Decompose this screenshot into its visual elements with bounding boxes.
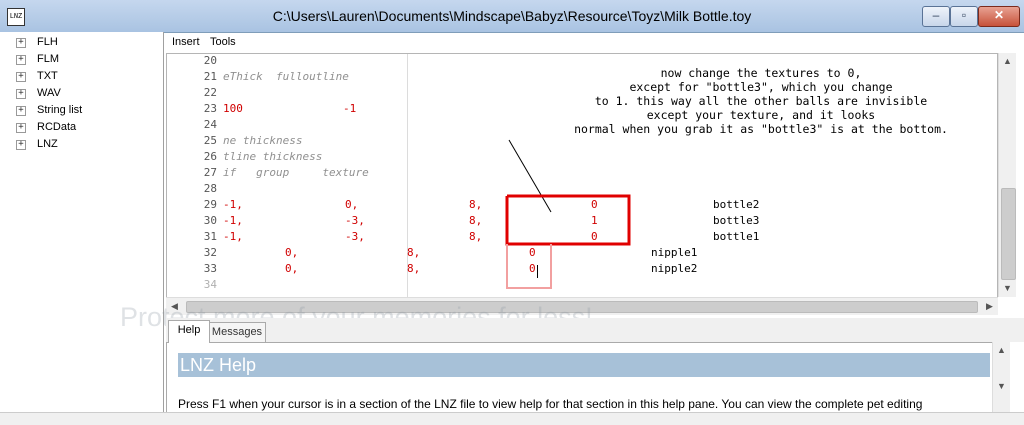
expand-icon[interactable]: + (16, 72, 26, 82)
expand-icon[interactable]: + (16, 123, 26, 133)
menu-insert[interactable]: Insert (172, 36, 200, 48)
tree-label: FLM (37, 53, 59, 65)
scroll-down-icon[interactable]: ▼ (999, 280, 1016, 297)
annotation-note: now change the textures to 0, except for… (541, 66, 981, 136)
tree-label: LNZ (37, 138, 58, 150)
minimize-button[interactable]: – (922, 6, 950, 27)
editor-horizontal-scrollbar[interactable]: ◀ ▶ (166, 297, 998, 315)
status-bar (0, 412, 1024, 425)
tab-strip: Help Messages (166, 318, 1024, 343)
help-body: Press F1 when your cursor is in a sectio… (178, 397, 923, 411)
highlight-box (507, 194, 631, 246)
editor-vertical-scrollbar[interactable]: ▲ ▼ (998, 53, 1016, 297)
code-editor[interactable]: 20 21 eThick fulloutline 22 23 100 -1 24… (166, 53, 998, 299)
close-button[interactable]: ✕ (978, 6, 1020, 27)
scroll-thumb[interactable] (186, 301, 978, 313)
scroll-right-icon[interactable]: ▶ (981, 298, 998, 315)
scroll-left-icon[interactable]: ◀ (166, 298, 183, 315)
annotation-line: to 1. this way all the other balls are i… (594, 94, 928, 108)
window-title: C:\Users\Lauren\Documents\Mindscape\Baby… (272, 8, 752, 24)
scroll-up-icon[interactable]: ▲ (999, 53, 1016, 70)
tab-messages[interactable]: Messages (208, 322, 266, 342)
annotation-line: except for "bottle3", which you change (629, 80, 893, 94)
help-vertical-scrollbar[interactable]: ▲ ▼ (992, 342, 1010, 412)
scroll-down-icon[interactable]: ▼ (993, 378, 1010, 395)
highlight-box-left (505, 196, 573, 246)
expand-icon[interactable]: + (16, 55, 26, 65)
menu-bar: Insert Tools (166, 33, 1024, 51)
tree-label: WAV (37, 87, 61, 99)
title-bar: LNZ C:\Users\Lauren\Documents\Mindscape\… (0, 0, 1024, 33)
help-pane: LNZ Help Press F1 when your cursor is in… (166, 342, 994, 414)
maximize-button[interactable]: ▫ (950, 6, 978, 27)
scroll-up-icon[interactable]: ▲ (993, 342, 1010, 359)
scroll-thumb[interactable] (1001, 188, 1016, 280)
tree-label: TXT (37, 70, 58, 82)
annotation-line: except your texture, and it looks (646, 108, 876, 122)
tree-label: String list (37, 104, 83, 116)
expand-icon[interactable]: + (16, 106, 26, 116)
expand-icon[interactable]: + (16, 89, 26, 99)
annotation-line: now change the textures to 0, (660, 66, 862, 80)
annotation-pointer-line (508, 139, 552, 213)
expand-icon[interactable]: + (16, 38, 26, 48)
tree-label: FLH (37, 36, 58, 48)
menu-tools[interactable]: Tools (210, 36, 236, 48)
resource-tree: + FLH + FLM + TXT + WAV + String list + … (0, 32, 164, 412)
tree-label: RCData (37, 121, 77, 133)
highlight-box-lower (506, 244, 552, 289)
expand-icon[interactable]: + (16, 140, 26, 150)
annotation-line: normal when you grab it as "bottle3" is … (574, 122, 948, 136)
help-title: LNZ Help (178, 353, 990, 377)
tab-help[interactable]: Help (168, 320, 210, 343)
